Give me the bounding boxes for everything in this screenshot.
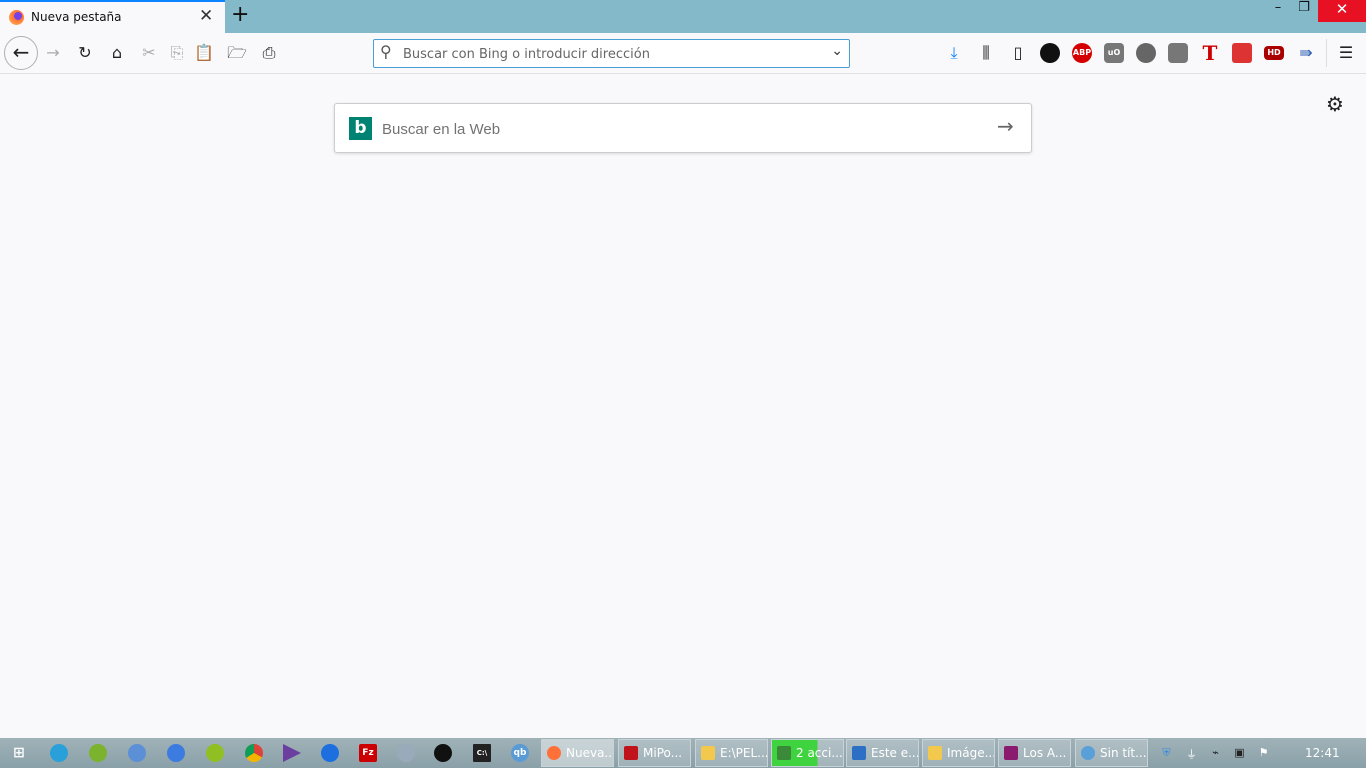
close-tab-icon[interactable]: ✕	[199, 6, 213, 26]
library-icon[interactable]: ⫼	[974, 41, 998, 65]
web-search-box[interactable]: b →	[334, 103, 1032, 153]
taskbar-task[interactable]: Este e...	[846, 739, 919, 767]
cut-button[interactable]: ✂	[137, 41, 161, 65]
url-input[interactable]	[403, 44, 813, 64]
ublock-icon[interactable]: uO	[1104, 43, 1124, 63]
firefox-icon	[9, 10, 24, 25]
cmd-icon[interactable]: C:\	[473, 744, 491, 762]
open-file-button[interactable]: 🗁	[225, 41, 249, 65]
new-tab-button[interactable]: +	[231, 2, 249, 27]
telegram-icon[interactable]	[50, 744, 68, 762]
paste-button[interactable]: 📋	[192, 41, 216, 65]
tab-bar: Nueva pestaña ✕ + – ❐ ✕	[0, 0, 1366, 33]
taskbar-task[interactable]: E:\PEL...	[695, 739, 768, 767]
folder-icon	[701, 746, 715, 760]
forward-button[interactable]: →	[41, 41, 65, 65]
gear-icon[interactable]: ⚙	[1326, 92, 1344, 116]
tab-title: Nueva pestaña	[31, 10, 122, 24]
clock[interactable]: 12:41	[1305, 746, 1340, 760]
taskbar-task[interactable]: MiPo...	[618, 739, 691, 767]
menu-hamburger-icon[interactable]: ☰	[1334, 41, 1358, 65]
computer-icon	[852, 746, 866, 760]
window-close-button[interactable]: ✕	[1318, 0, 1366, 22]
cloud-upload-icon[interactable]	[167, 744, 185, 762]
t-extension-icon[interactable]: T	[1200, 43, 1220, 63]
reload-button[interactable]: ↻	[73, 41, 97, 65]
taskbar-task[interactable]: Sin tít...	[1075, 739, 1148, 767]
power-unplugged-icon[interactable]: ⌁	[1208, 746, 1223, 761]
restore-button[interactable]: ❐	[1289, 0, 1319, 22]
play-icon[interactable]	[283, 744, 301, 762]
usb-safe-remove-icon[interactable]: ⏚	[1184, 746, 1199, 761]
bing-logo-icon: b	[349, 117, 372, 140]
adblock-plus-icon[interactable]: ABP	[1072, 43, 1092, 63]
lock-app-icon[interactable]	[206, 744, 224, 762]
downloads-icon[interactable]: ⤓	[942, 41, 966, 65]
url-bar[interactable]: ⚲ ⌄	[373, 39, 850, 68]
toolbar-separator	[1326, 39, 1327, 67]
filezilla-icon[interactable]: Fz	[359, 744, 377, 762]
hd-icon[interactable]: HD	[1264, 46, 1284, 60]
folder-icon	[928, 746, 942, 760]
firefox-icon	[547, 746, 561, 760]
defender-shield-icon[interactable]: ⛨	[1159, 746, 1174, 761]
taskbar-task[interactable]: 2 acci...	[771, 739, 844, 767]
search-icon: ⚲	[380, 42, 392, 61]
windows-start-icon[interactable]: ⊞	[10, 744, 28, 762]
arrow-right-icon[interactable]: →	[997, 114, 1014, 138]
app-icon[interactable]	[128, 744, 146, 762]
chevron-down-icon[interactable]: ⌄	[831, 43, 843, 59]
copy-button[interactable]: ⎘	[165, 41, 189, 65]
shield-app-icon[interactable]	[321, 744, 339, 762]
home-button[interactable]: ⌂	[105, 41, 129, 65]
app-icon	[624, 746, 638, 760]
print-button[interactable]: ⎙	[257, 41, 281, 65]
navigation-toolbar: ← → ↻ ⌂ ✂ ⎘ 📋 🗁 ⎙ ⚲ ⌄ ⤓ ⫼ ▯ ABP uO T HD …	[0, 33, 1366, 74]
overflow-chevron-icon[interactable]: ⇛	[1294, 41, 1318, 65]
back-button[interactable]: ←	[4, 36, 38, 70]
app-icon[interactable]	[397, 744, 415, 762]
qbittorrent-icon[interactable]: qb	[511, 744, 529, 762]
chrome-icon[interactable]	[245, 744, 263, 762]
app-icon[interactable]	[434, 744, 452, 762]
winrar-icon	[1004, 746, 1018, 760]
web-search-input[interactable]	[382, 118, 982, 140]
dark-extension-icon[interactable]	[1040, 43, 1060, 63]
taskbar-task[interactable]: Los A...	[998, 739, 1071, 767]
action-center-flag-icon[interactable]: ⚑	[1256, 746, 1271, 761]
file-copy-icon	[777, 746, 791, 760]
paint-icon	[1081, 746, 1095, 760]
taskbar: ⊞ Fz C:\ qb Nueva... MiPo... E:\PEL... 2…	[0, 738, 1366, 768]
taskbar-task[interactable]: Imáge...	[922, 739, 995, 767]
sidebar-icon[interactable]: ▯	[1006, 41, 1030, 65]
taskbar-task[interactable]: Nueva...	[541, 739, 614, 767]
network-icon[interactable]: ▣	[1232, 746, 1247, 761]
youtube-icon[interactable]	[1232, 43, 1252, 63]
bluestacks-icon[interactable]	[89, 744, 107, 762]
tab-nueva-pestana[interactable]: Nueva pestaña ✕	[0, 0, 225, 33]
privacy-badger-hand-icon[interactable]	[1136, 43, 1156, 63]
shield-lock-icon[interactable]	[1168, 43, 1188, 63]
